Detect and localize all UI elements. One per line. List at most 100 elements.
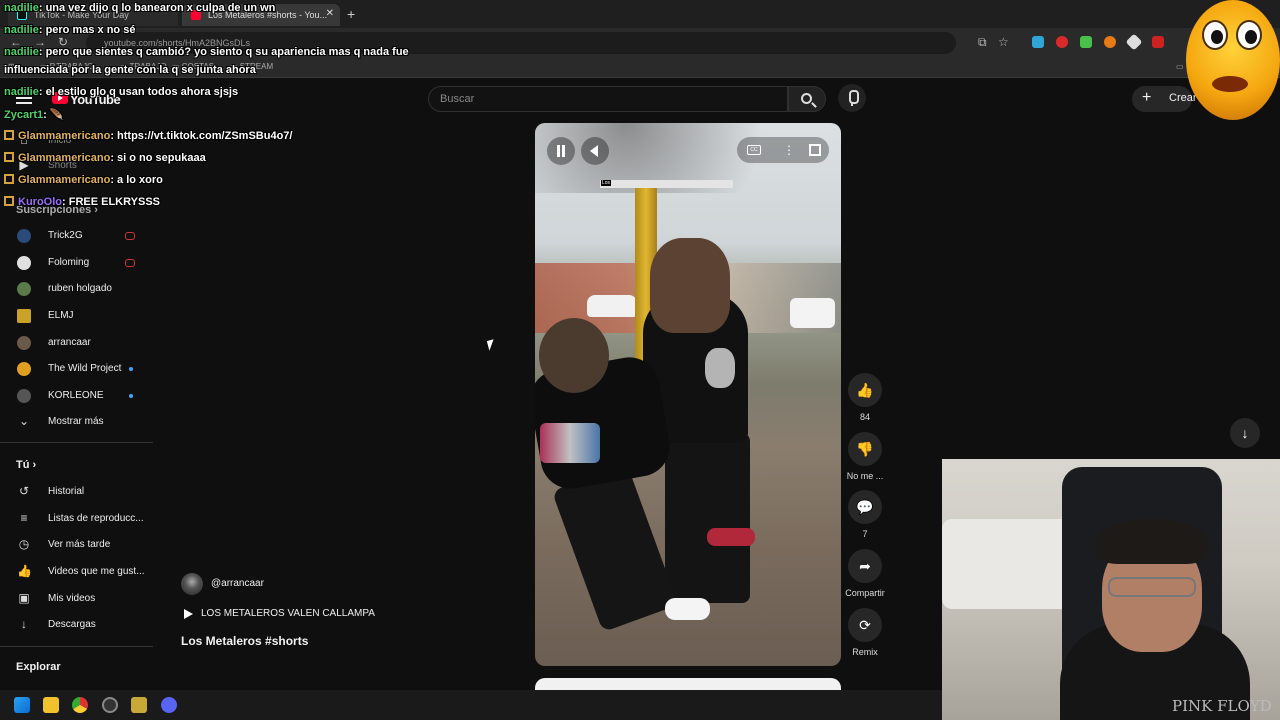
bookmark-folder[interactable]: ▭ TRABAJO <box>120 62 167 71</box>
create-label: Crear <box>1169 92 1197 104</box>
video-frame-person <box>551 463 679 633</box>
forward-icon[interactable]: → <box>34 35 46 49</box>
shirt-text: PINK FLOYD <box>1172 697 1272 715</box>
you-heading[interactable]: Tú › <box>16 459 36 471</box>
sidebar-item-shorts[interactable]: ▶ Shorts <box>0 153 155 179</box>
windows-taskbar <box>0 690 942 720</box>
sidebar-item-arrancaar[interactable]: arrancaar <box>0 330 155 356</box>
sidebar-item-label: KORLEONE <box>48 390 104 401</box>
extension-icon[interactable] <box>1032 36 1044 48</box>
video-frame-shoe <box>665 598 710 620</box>
app-icon[interactable] <box>102 697 118 713</box>
extension-icon[interactable] <box>1080 36 1092 48</box>
bookmark-folder[interactable]: ▭ P.TRABAJO <box>40 62 93 71</box>
like-button[interactable]: 👍 84 <box>846 373 884 422</box>
fullscreen-icon[interactable] <box>809 144 821 156</box>
sidebar-item-label: Listas de reproducc... <box>48 513 144 524</box>
browser-tab-youtube[interactable]: Los Metaleros #shorts - You... ✕ <box>182 4 340 26</box>
app-icon[interactable] <box>131 697 147 713</box>
chrome-icon[interactable] <box>72 697 88 713</box>
webcam-background <box>942 519 1082 609</box>
mouse-cursor-icon <box>486 339 497 351</box>
emoji-mouth <box>1212 76 1248 92</box>
sidebar-item-label: Shorts <box>48 160 77 171</box>
extension-icon[interactable] <box>1056 36 1068 48</box>
bookmark-star-icon[interactable]: ☆ <box>998 35 1009 49</box>
dislike-button[interactable]: 👎 No me ... <box>846 432 884 481</box>
new-content-dot-icon <box>129 367 133 371</box>
extension-icon[interactable] <box>1125 33 1143 51</box>
sidebar-item-show-more[interactable]: ⌄ Mostrar más <box>0 409 155 435</box>
share-button[interactable]: ➦ Compartir <box>840 549 890 598</box>
address-bar[interactable]: youtube.com/shorts/HmA2BNGsDLs <box>86 32 956 54</box>
sidebar-item-inicio[interactable]: ⌂ Inicio <box>0 128 155 154</box>
remix-button[interactable]: ⟳ Remix <box>846 608 884 657</box>
sidebar-item-ruben-holgado[interactable]: ruben holgado <box>0 276 155 302</box>
menu-icon[interactable] <box>16 92 32 104</box>
voice-search-icon[interactable] <box>838 84 866 112</box>
bookmark-folder[interactable]: ▭ STREAM <box>230 62 273 71</box>
more-options-icon[interactable]: ⋮ <box>783 143 795 157</box>
pause-icon[interactable] <box>547 137 575 165</box>
all-bookmarks-icon[interactable]: ▭ <box>1176 62 1184 71</box>
sidebar-item-playlists[interactable]: ≡ Listas de reproducc... <box>0 506 155 532</box>
sidebar-item-foloming[interactable]: Foloming <box>0 250 155 276</box>
remix-label: Remix <box>852 647 878 657</box>
video-title: Los Metaleros #shorts <box>181 634 309 648</box>
playlist-icon: ≡ <box>20 511 28 525</box>
sidebar-item-elmj[interactable]: ELMJ <box>0 303 155 329</box>
search-button[interactable] <box>788 86 826 112</box>
next-video-arrow-icon[interactable]: ↓ <box>1230 418 1260 448</box>
comments-button[interactable]: 💬 7 <box>846 490 884 539</box>
back-icon[interactable]: ← <box>10 35 22 49</box>
bookmark-folder[interactable]: ▭ COSTAS <box>172 62 214 71</box>
like-icon: 👍 <box>856 382 874 398</box>
play-icon[interactable] <box>184 609 193 619</box>
channel-name[interactable]: @arrancaar <box>211 578 264 589</box>
windows-start-icon[interactable] <box>14 697 30 713</box>
subscriptions-heading[interactable]: Suscripciones › <box>16 204 98 216</box>
extension-icon[interactable] <box>1104 36 1116 48</box>
sidebar-item-label: Historial <box>48 486 85 497</box>
sidebar-item-my-videos[interactable]: ▣ Mis videos <box>0 586 155 612</box>
file-explorer-icon[interactable] <box>43 697 59 713</box>
new-tab-icon[interactable]: + <box>347 6 355 22</box>
video-frame-shirt-print <box>705 348 735 388</box>
song-title[interactable]: LOS METALEROS VALEN CALLAMPA <box>201 608 375 619</box>
create-button[interactable]: + Crear <box>1132 86 1197 112</box>
install-icon[interactable]: ⧉ <box>978 35 987 50</box>
video-frame-person <box>650 238 730 333</box>
search-input[interactable]: Buscar <box>428 86 788 112</box>
sidebar-item-historial[interactable]: ↺ Historial <box>0 479 155 505</box>
volume-icon[interactable] <box>581 137 609 165</box>
sidebar-item-label: Foloming <box>48 257 90 268</box>
browser-tab-tiktok[interactable]: TikTok - Make Your Day <box>8 4 178 26</box>
youtube-brand[interactable]: YouTube <box>70 92 121 107</box>
sidebar-item-korleone[interactable]: KORLEONE <box>0 383 155 409</box>
sidebar-item-label: Videos que me gust... <box>48 566 145 577</box>
video-frame-car <box>587 295 637 317</box>
extension-icon[interactable] <box>1152 36 1164 48</box>
share-label: Compartir <box>845 588 885 598</box>
sidebar-item-trick2g[interactable]: Trick2G <box>0 223 155 249</box>
youtube-logo-icon[interactable] <box>52 92 68 104</box>
comments-icon: 💬 <box>856 499 874 515</box>
apps-icon[interactable]: ⊞ <box>8 62 15 71</box>
sidebar-item-label: Ver más tarde <box>48 539 111 550</box>
bookmarks-bar: ⊞ ▭ P.TRABAJO ▭ TRABAJO ▭ COSTAS ▭ STREA… <box>0 58 1280 78</box>
sidebar-item-liked-videos[interactable]: 👍 Videos que me gust... <box>0 559 155 585</box>
close-tab-icon[interactable]: ✕ <box>326 8 334 19</box>
sidebar-item-watch-later[interactable]: ◷ Ver más tarde <box>0 532 155 558</box>
tab-title: TikTok - Make Your Day <box>34 10 129 20</box>
sidebar-item-the-wild-project[interactable]: The Wild Project <box>0 356 155 382</box>
sidebar: ⌂ Inicio ▶ Shorts Suscripciones › Trick2… <box>0 120 155 690</box>
discord-icon[interactable] <box>161 697 177 713</box>
sidebar-item-downloads[interactable]: ↓ Descargas <box>0 612 155 638</box>
captions-icon[interactable]: CC <box>747 145 761 155</box>
explore-heading: Explorar <box>16 661 61 673</box>
shorts-video-player[interactable]: Los CC ⋮ <box>535 123 841 666</box>
channel-avatar[interactable] <box>181 573 203 595</box>
new-content-dot-icon <box>129 394 133 398</box>
reload-icon[interactable]: ↻ <box>58 35 68 49</box>
dislike-icon: 👎 <box>856 441 874 457</box>
